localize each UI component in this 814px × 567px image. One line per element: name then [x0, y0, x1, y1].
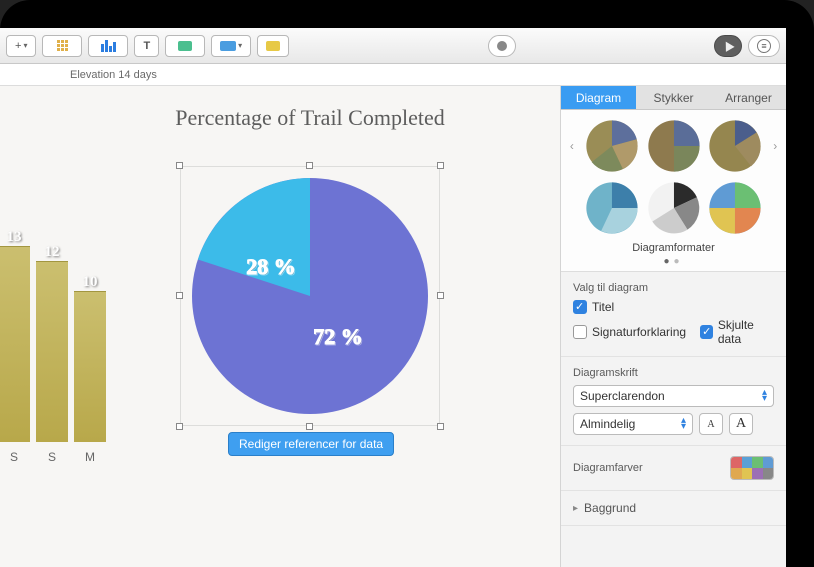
shape-button[interactable] — [165, 35, 205, 57]
resize-handle[interactable] — [176, 162, 183, 169]
bar-category: S — [36, 450, 68, 464]
styles-prev[interactable]: ‹ — [567, 141, 577, 151]
bar-chart[interactable]: 13 12 10 S S M — [0, 146, 120, 466]
toolbar: + ▾ T ▾ ≡ — [0, 28, 786, 64]
chart-style-thumb[interactable] — [647, 118, 701, 174]
text-button[interactable]: T — [134, 35, 159, 57]
checkbox-legend[interactable]: Signaturforklaring — [573, 325, 686, 339]
brush-icon — [721, 39, 734, 52]
panel-title: Diagramskrift — [573, 367, 774, 379]
resize-handle[interactable] — [176, 423, 183, 430]
font-size-decrease[interactable]: A — [699, 413, 723, 435]
chart-icon — [101, 40, 116, 52]
filter-icon: ≡ — [757, 39, 771, 53]
chart-style-thumb[interactable] — [647, 180, 701, 236]
sheet-tabs: Elevation 14 days — [0, 64, 786, 86]
table-button[interactable] — [42, 35, 82, 57]
chart-colors-swatch[interactable] — [730, 456, 774, 480]
dropdown-arrows-icon: ▴▾ — [681, 418, 686, 430]
person-icon — [497, 41, 507, 51]
chart-styles-section: ‹ › Diagramformater ●● — [561, 110, 786, 272]
shape-icon — [178, 41, 192, 51]
background-disclosure[interactable]: Baggrund — [573, 501, 774, 515]
pie-slice-label: 72 % — [313, 324, 363, 349]
bar-value: 10 — [74, 274, 106, 291]
chart-font-panel: Diagramskrift Superclarendon ▴▾ Almindel… — [561, 357, 786, 446]
pie-slice-label: 28 % — [246, 254, 296, 279]
checkbox-title[interactable]: Titel — [573, 300, 774, 314]
tab-stykker[interactable]: Stykker — [636, 86, 711, 110]
styles-pager[interactable]: ●● — [567, 256, 780, 267]
panel-title: Diagramfarver — [573, 462, 643, 474]
bar-category: M — [74, 450, 106, 464]
pie-chart-selection[interactable]: 28 % 28 % 72 % 72 % — [180, 166, 440, 426]
chart-style-thumb[interactable] — [708, 180, 762, 236]
checkbox-hidden-data[interactable]: Skjulte data — [700, 318, 774, 346]
comment-button[interactable] — [257, 35, 289, 57]
styles-label: Diagramformater — [567, 242, 780, 254]
tab-arranger[interactable]: Arranger — [711, 86, 786, 110]
media-button[interactable]: ▾ — [211, 35, 251, 57]
collab-button[interactable] — [488, 35, 516, 57]
chart-options-panel: Valg til diagram Titel Signaturforklarin… — [561, 272, 786, 357]
resize-handle[interactable] — [306, 423, 313, 430]
format-brush-button[interactable] — [714, 35, 742, 57]
chart-colors-panel: Diagramfarver — [561, 446, 786, 491]
insert-dropdown[interactable]: + ▾ — [6, 35, 36, 57]
chart-style-thumb[interactable] — [585, 180, 639, 236]
resize-handle[interactable] — [176, 292, 183, 299]
sheet-name[interactable]: Elevation 14 days — [70, 69, 157, 81]
chart-style-thumb[interactable] — [585, 118, 639, 174]
pie-chart[interactable]: 28 % 28 % 72 % 72 % — [186, 172, 434, 420]
background-panel: Baggrund — [561, 491, 786, 526]
tab-diagram[interactable]: Diagram — [561, 86, 636, 110]
resize-handle[interactable] — [437, 162, 444, 169]
inspector-panel: Diagram Stykker Arranger ‹ › Diagramform… — [560, 86, 786, 567]
canvas[interactable]: 13 12 10 S S M Percentage of Trail Compl… — [0, 86, 560, 567]
chart-style-thumb[interactable] — [708, 118, 762, 174]
inspector-tabs: Diagram Stykker Arranger — [561, 86, 786, 110]
edit-data-references-button[interactable]: Rediger referencer for data — [228, 432, 394, 456]
sort-filter-button[interactable]: ≡ — [748, 35, 780, 57]
chart-button[interactable] — [88, 35, 128, 57]
chart-title[interactable]: Percentage of Trail Completed — [170, 104, 450, 132]
resize-handle[interactable] — [437, 292, 444, 299]
resize-handle[interactable] — [437, 423, 444, 430]
panel-title: Valg til diagram — [573, 282, 774, 294]
styles-next[interactable]: › — [770, 141, 780, 151]
comment-icon — [266, 41, 280, 51]
media-icon — [220, 41, 236, 51]
resize-handle[interactable] — [306, 162, 313, 169]
bar-value: 12 — [36, 244, 68, 261]
bar-category: S — [0, 450, 30, 464]
dropdown-arrows-icon: ▴▾ — [762, 390, 767, 402]
font-size-increase[interactable]: A — [729, 413, 753, 435]
bar-value: 13 — [0, 229, 30, 246]
font-family-select[interactable]: Superclarendon ▴▾ — [573, 385, 774, 407]
font-style-select[interactable]: Almindelig ▴▾ — [573, 413, 693, 435]
